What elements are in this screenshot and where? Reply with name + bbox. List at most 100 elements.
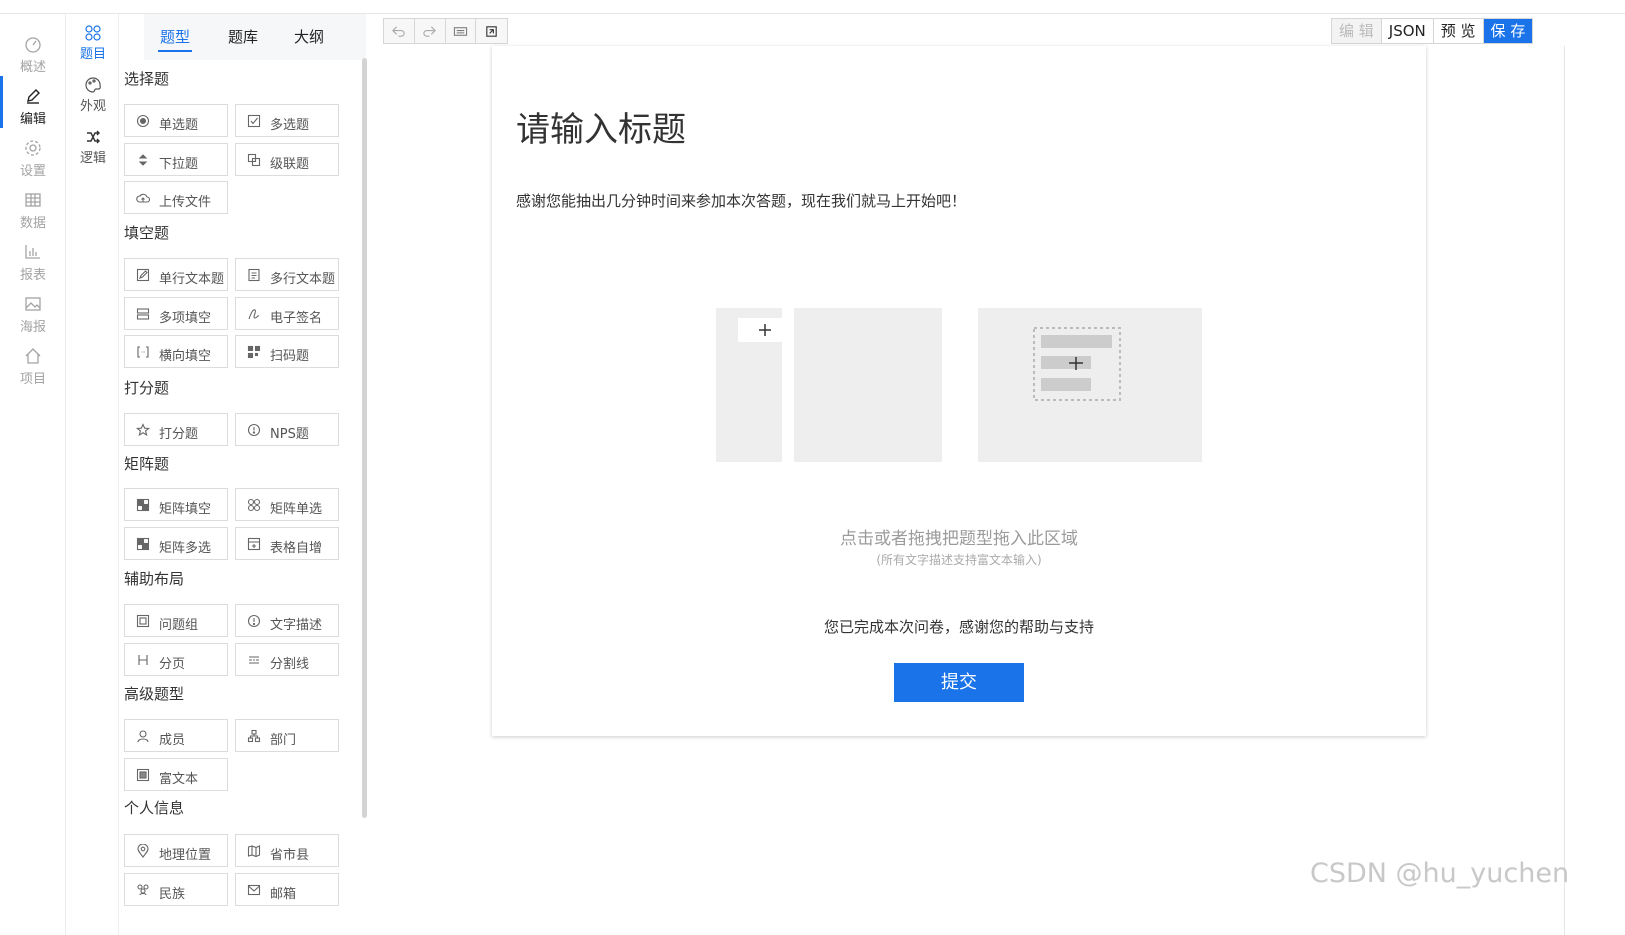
sign-icon	[248, 309, 260, 319]
question-type-button[interactable]: 单行文本题	[124, 258, 228, 291]
question-type-label: 民族	[159, 886, 186, 902]
dashboard-icon	[25, 37, 41, 53]
question-type-button[interactable]: 邮箱	[235, 872, 339, 906]
question-type-label: 单行文本题	[159, 272, 225, 287]
action-button-group: 编 辑 JSON 预 览 保 存	[1331, 18, 1534, 44]
question-type-button[interactable]: 多选题	[235, 104, 339, 137]
question-type-button[interactable]: 单选题	[124, 104, 228, 137]
question-type-button[interactable]: 富文本	[124, 757, 228, 791]
qr-icon	[247, 346, 261, 359]
drop-hint[interactable]: 点击或者拖拽把题型拖入此区域	[492, 524, 1426, 549]
question-type-label: 单选题	[159, 118, 199, 133]
question-type-button[interactable]: 横向填空	[124, 335, 228, 369]
json-button[interactable]: JSON	[1381, 19, 1434, 43]
question-type-label: 下拉题	[159, 156, 199, 172]
subnav-appearance[interactable]: 外观	[67, 70, 119, 122]
question-type-button[interactable]: 部门	[235, 719, 339, 752]
question-type-button[interactable]: 级联题	[235, 142, 339, 176]
keyboard-button[interactable]	[445, 19, 477, 43]
redo-button[interactable]	[414, 19, 446, 43]
home-icon	[25, 348, 41, 364]
nav-poster[interactable]: 海报	[0, 284, 66, 336]
editor-sub-rail: 题目 外观 逻辑	[67, 14, 119, 935]
question-type-button[interactable]: 问题组	[124, 604, 228, 637]
question-type-button[interactable]: 多行文本题	[235, 258, 339, 291]
subnav-logic[interactable]: 逻辑	[67, 122, 119, 174]
nav-edit-label: 编辑	[19, 112, 46, 127]
question-type-button[interactable]: 成员	[124, 719, 228, 752]
keyboard-icon	[453, 26, 467, 36]
question-type-label: 富文本	[159, 771, 199, 787]
subnav-questions-label: 题目	[79, 47, 106, 62]
nav-poster-label: 海报	[19, 320, 46, 335]
tab-question-bank[interactable]: 题库	[228, 26, 258, 47]
tab-outline[interactable]: 大纲	[294, 26, 324, 47]
bracket-icon	[137, 346, 149, 358]
save-button[interactable]: 保 存	[1483, 19, 1533, 43]
drop-zone-illustration	[716, 308, 1202, 462]
export-icon	[486, 25, 497, 37]
question-type-button[interactable]: 分割线	[235, 642, 339, 676]
rich-icon	[136, 768, 150, 781]
nav-project[interactable]: 项目	[0, 336, 66, 388]
people-icon	[137, 884, 149, 895]
question-type-button[interactable]: 分页	[124, 642, 228, 676]
gear-icon	[25, 140, 41, 156]
group-icon	[136, 614, 150, 628]
tab-question-types[interactable]: 题型	[157, 26, 193, 52]
question-type-label: 多行文本题	[270, 272, 336, 287]
question-type-button[interactable]: 省市县	[235, 834, 339, 867]
nav-settings-label: 设置	[19, 164, 46, 179]
question-type-button[interactable]: 地理位置	[124, 834, 228, 867]
question-type-label: 成员	[159, 733, 186, 748]
nav-overview[interactable]: 概述	[0, 24, 66, 76]
finish-text[interactable]: 您已完成本次问卷，感谢您的帮助与支持	[492, 616, 1426, 637]
question-type-button[interactable]: NPS题	[235, 413, 339, 446]
survey-paper: 请输入标题 感谢您能抽出几分钟时间来参加本次答题，现在我们就马上开始吧！ 点击或…	[492, 46, 1426, 736]
edit-button[interactable]: 编 辑	[1332, 19, 1382, 43]
subnav-questions[interactable]: 题目	[67, 18, 119, 70]
nav-report[interactable]: 报表	[0, 232, 66, 284]
question-type-label: 问题组	[159, 618, 199, 633]
undo-button[interactable]	[384, 19, 415, 43]
pin-icon	[137, 844, 149, 858]
nav-settings[interactable]: 设置	[0, 128, 66, 180]
panel-scrollbar[interactable]	[362, 58, 367, 818]
nav-edit[interactable]: 编辑	[0, 76, 66, 128]
user-icon	[137, 730, 149, 743]
question-type-label: 横向填空	[159, 349, 212, 365]
question-type-button[interactable]: 上传文件	[124, 181, 228, 215]
question-type-button[interactable]: 矩阵多选	[124, 526, 228, 560]
map-icon	[247, 845, 261, 858]
question-type-button[interactable]: 打分题	[124, 413, 228, 446]
mail-icon	[247, 884, 261, 895]
panel-tabs: 题型 题库 大纲	[144, 14, 366, 60]
question-type-button[interactable]: 民族	[124, 872, 228, 906]
export-button[interactable]	[476, 19, 507, 43]
page-icon	[138, 654, 148, 665]
question-type-button[interactable]: 多项填空	[124, 296, 228, 330]
question-type-label: 省市县	[270, 848, 310, 863]
preview-button[interactable]: 预 览	[1433, 19, 1484, 43]
question-type-button[interactable]: 扫码题	[235, 335, 339, 369]
submit-button[interactable]: 提交	[894, 663, 1024, 702]
question-type-button[interactable]: 表格自增	[235, 526, 339, 560]
survey-title[interactable]: 请输入标题	[516, 102, 686, 151]
divider-icon	[249, 656, 259, 664]
nav-overview-label: 概述	[19, 60, 46, 75]
survey-description[interactable]: 感谢您能抽出几分钟时间来参加本次答题，现在我们就马上开始吧！	[516, 190, 966, 211]
nav-data[interactable]: 数据	[0, 180, 66, 232]
circle-icon	[247, 423, 261, 437]
question-type-button[interactable]: 矩阵填空	[124, 488, 228, 521]
question-type-button[interactable]: 下拉题	[124, 142, 228, 176]
grid-circles-icon	[247, 498, 261, 512]
redo-icon	[423, 25, 437, 37]
table-icon	[25, 193, 41, 207]
org-icon	[247, 729, 261, 743]
question-type-button[interactable]: 矩阵单选	[235, 488, 339, 521]
question-type-button[interactable]: 电子签名	[235, 296, 339, 330]
checkbox-icon	[247, 114, 261, 128]
rows-icon	[136, 308, 150, 320]
question-type-button[interactable]: 文字描述	[235, 604, 339, 637]
section-title: 选择题	[124, 70, 170, 88]
